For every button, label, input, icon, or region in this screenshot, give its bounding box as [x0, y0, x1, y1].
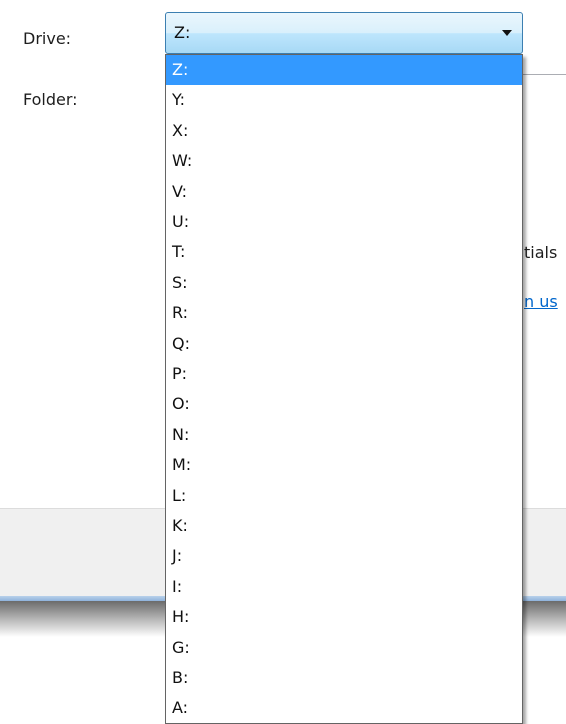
drive-option[interactable]: W: [166, 146, 522, 176]
drive-option[interactable]: I: [166, 572, 522, 602]
drive-option[interactable]: S: [166, 268, 522, 298]
drive-option[interactable]: X: [166, 116, 522, 146]
drive-combobox[interactable]: Z: [165, 12, 523, 54]
drive-dropdown-list[interactable]: Z: Y: X: W: V: U: T: S: R: Q: P: O: N: M: L: K: J: I: H: G:… [165, 54, 523, 724]
drive-option[interactable]: B: [166, 663, 522, 693]
drive-label: Drive: [23, 29, 72, 48]
folder-label: Folder: [23, 90, 78, 109]
drive-option[interactable]: T: [166, 237, 522, 267]
drive-option[interactable]: K: [166, 511, 522, 541]
drive-option[interactable]: H: [166, 602, 522, 632]
drive-selected-value: Z: [174, 23, 191, 42]
drive-option[interactable]: U: [166, 207, 522, 237]
drive-option[interactable]: Z: [166, 55, 522, 85]
chevron-down-icon[interactable] [502, 30, 512, 36]
drive-option[interactable]: M: [166, 450, 522, 480]
credentials-text-partial: tials [524, 243, 558, 262]
drive-option[interactable]: L: [166, 481, 522, 511]
drive-option[interactable]: V: [166, 177, 522, 207]
drive-option[interactable]: R: [166, 298, 522, 328]
drive-option[interactable]: O: [166, 389, 522, 419]
drive-option[interactable]: P: [166, 359, 522, 389]
drive-option[interactable]: J: [166, 541, 522, 571]
drive-option[interactable]: G: [166, 633, 522, 663]
drive-option[interactable]: Y: [166, 85, 522, 115]
drive-option[interactable]: N: [166, 420, 522, 450]
link-partial[interactable]: n us [524, 292, 558, 311]
drive-option[interactable]: Q: [166, 329, 522, 359]
